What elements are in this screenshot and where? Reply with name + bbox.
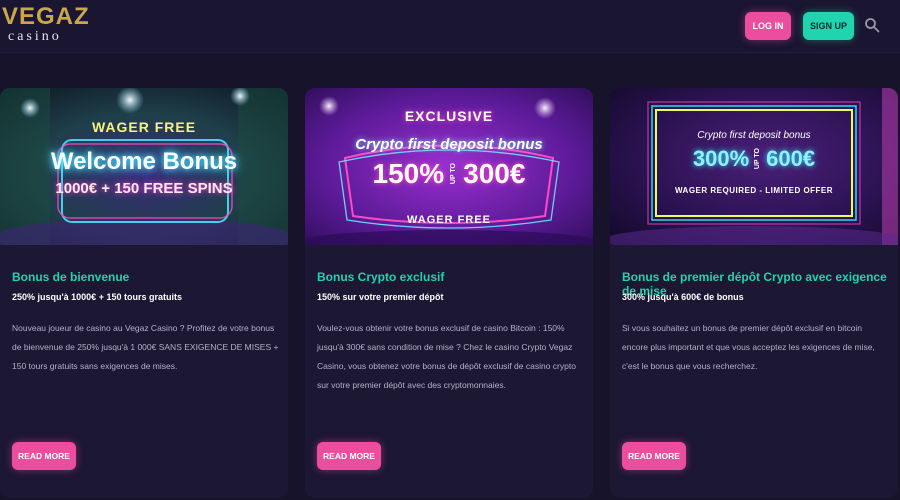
banner-headline: Crypto first deposit bonus [697, 130, 811, 141]
card-subtitle: 300% jusqu'à 600€ de bonus [622, 292, 744, 302]
banner-headline: Crypto first deposit bonus [355, 136, 543, 153]
bonus-card-crypto-wager: Crypto first deposit bonus 300% UP TO 60… [610, 88, 898, 498]
banner-headline: Welcome Bonus [50, 148, 238, 175]
login-button[interactable]: LOG IN [745, 12, 791, 40]
banner-offer: 150% UP TO 300€ [305, 158, 593, 190]
read-more-button[interactable]: READ MORE [317, 442, 381, 470]
banner-offer: 300% UP TO 600€ [610, 146, 898, 172]
card-subtitle: 250% jusqu'à 1000€ + 150 tours gratuits [12, 292, 182, 302]
card-subtitle: 150% sur votre premier dépôt [317, 292, 444, 302]
card-title: Bonus Crypto exclusif [317, 270, 445, 284]
welcome-bonus-banner[interactable]: WAGER FREE Welcome Bonus 1000€ + 150 FRE… [0, 88, 288, 245]
crypto-wager-banner[interactable]: Crypto first deposit bonus 300% UP TO 60… [610, 88, 898, 245]
card-title: Bonus de bienvenue [12, 270, 130, 284]
banner-amount: 300€ [463, 158, 526, 189]
banner-upto: UP TO [754, 148, 762, 170]
crypto-exclusive-banner[interactable]: EXCLUSIVE Crypto first deposit bonus 150… [305, 88, 593, 245]
bonus-card-crypto-exclusive: EXCLUSIVE Crypto first deposit bonus 150… [305, 88, 593, 498]
card-description: Si vous souhaitez un bonus de premier dé… [622, 323, 875, 371]
read-more-button[interactable]: READ MORE [622, 442, 686, 470]
banner-tag: EXCLUSIVE [404, 108, 494, 124]
banner-footer: WAGER FREE [407, 214, 491, 226]
banner-percent: 300% [692, 146, 750, 171]
banner-tag: WAGER FREE [91, 119, 197, 135]
signup-button[interactable]: SIGN UP [803, 12, 854, 40]
banner-amount: 600€ [766, 146, 816, 171]
card-description: Nouveau joueur de casino au Vegaz Casino… [12, 323, 279, 371]
site-header: VEGAZ casino LOG IN SIGN UP [0, 0, 900, 52]
banner-footer: WAGER REQUIRED - LIMITED OFFER [674, 186, 834, 195]
vegaz-casino-logo[interactable]: VEGAZ casino [2, 3, 90, 48]
banner-subline: 1000€ + 150 FREE SPINS [55, 180, 233, 197]
read-more-button[interactable]: READ MORE [12, 442, 76, 470]
banner-percent: 150% [372, 158, 445, 189]
logo-wordmark: VEGAZ [2, 3, 90, 30]
search-icon[interactable] [864, 17, 880, 33]
banner-upto: UP TO [450, 163, 458, 185]
logo-subtitle: casino [8, 29, 62, 44]
card-description: Voulez-vous obtenir votre bonus exclusif… [317, 323, 576, 390]
bonus-card-welcome: WAGER FREE Welcome Bonus 1000€ + 150 FRE… [0, 88, 288, 498]
